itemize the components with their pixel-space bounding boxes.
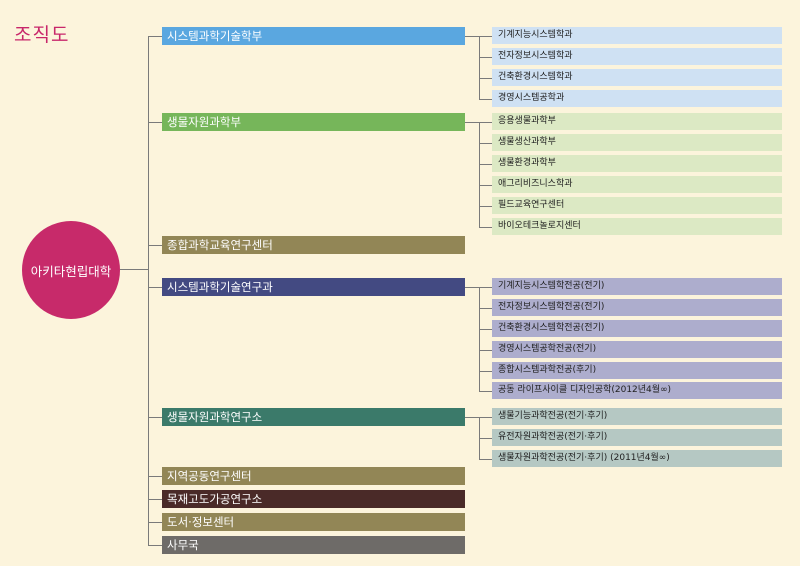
unit-connector (148, 245, 162, 246)
sub-item: 애그리비즈니스학과 (492, 176, 782, 193)
unit-box: 시스템과학기술학부 (162, 27, 465, 45)
unit-connector (148, 499, 162, 500)
sub-item: 건축환경시스템학과 (492, 69, 782, 86)
sub-item: 필드교육연구센터 (492, 197, 782, 214)
unit-connector (148, 545, 162, 546)
unit-connector (148, 122, 162, 123)
root-connector (120, 269, 148, 270)
sub-item: 생물자원과학전공(전기·후기) (2011년4월∞) (492, 450, 782, 467)
branch-connector (465, 417, 479, 418)
branch-connector (465, 122, 479, 123)
unit-box: 생물자원과학부 (162, 113, 465, 131)
main-trunk-line (148, 36, 149, 546)
branch-vertical-line (479, 35, 480, 100)
unit-connector (148, 522, 162, 523)
unit-connector (148, 476, 162, 477)
unit-connector (148, 417, 162, 418)
sub-item: 바이오테크놀로지센터 (492, 218, 782, 235)
sub-item: 종합시스템과학전공(후기) (492, 362, 782, 379)
sub-connector (479, 98, 492, 100)
sub-item: 기계지능시스템학전공(전기) (492, 278, 782, 295)
sub-connector (479, 56, 492, 58)
sub-item: 공동 라이프사이클 디자인공학(2012년4월∞) (492, 382, 782, 399)
branch-connector (465, 36, 479, 37)
unit-box: 지역공동연구센터 (162, 467, 465, 485)
unit-box: 종합과학교육연구센터 (162, 236, 465, 254)
sub-item: 경영시스템공학과 (492, 90, 782, 107)
sub-connector (479, 307, 492, 309)
sub-connector (479, 205, 492, 207)
sub-connector (479, 416, 492, 418)
sub-item: 생물기능과학전공(전기·후기) (492, 408, 782, 425)
sub-connector (479, 184, 492, 186)
sub-connector (479, 286, 492, 288)
branch-vertical-line (479, 121, 480, 228)
sub-connector (479, 390, 492, 392)
sub-item: 전자정보시스템학과 (492, 48, 782, 65)
unit-box: 생물자원과학연구소 (162, 408, 465, 426)
unit-box: 시스템과학기술연구과 (162, 278, 465, 296)
org-chart: 조직도 아키타현립대학 시스템과학기술학부 기계지능시스템학과전자정보시스템학과건… (0, 0, 800, 566)
unit-box: 사무국 (162, 536, 465, 554)
root-node: 아키타현립대학 (22, 221, 120, 319)
sub-item: 생물환경과학부 (492, 155, 782, 172)
sub-connector (479, 226, 492, 228)
sub-connector (479, 458, 492, 460)
unit-connector (148, 36, 162, 37)
sub-item: 기계지능시스템학과 (492, 27, 782, 44)
sub-item: 경영시스템공학전공(전기) (492, 341, 782, 358)
sub-connector (479, 328, 492, 330)
sub-item: 생물생산과학부 (492, 134, 782, 151)
sub-connector (479, 35, 492, 37)
branch-connector (465, 287, 479, 288)
sub-connector (479, 437, 492, 439)
page-title: 조직도 (14, 24, 70, 46)
sub-connector (479, 121, 492, 123)
sub-connector (479, 163, 492, 165)
unit-box: 도서·정보센터 (162, 513, 465, 531)
sub-item: 응용생물과학부 (492, 113, 782, 130)
sub-item: 유전자원과학전공(전기·후기) (492, 429, 782, 446)
sub-item: 건축환경시스템학전공(전기) (492, 320, 782, 337)
sub-connector (479, 370, 492, 372)
sub-connector (479, 77, 492, 79)
unit-box: 목재고도가공연구소 (162, 490, 465, 508)
sub-connector (479, 349, 492, 351)
unit-connector (148, 287, 162, 288)
sub-item: 전자정보시스템학전공(전기) (492, 299, 782, 316)
branch-vertical-line (479, 286, 480, 392)
sub-connector (479, 142, 492, 144)
